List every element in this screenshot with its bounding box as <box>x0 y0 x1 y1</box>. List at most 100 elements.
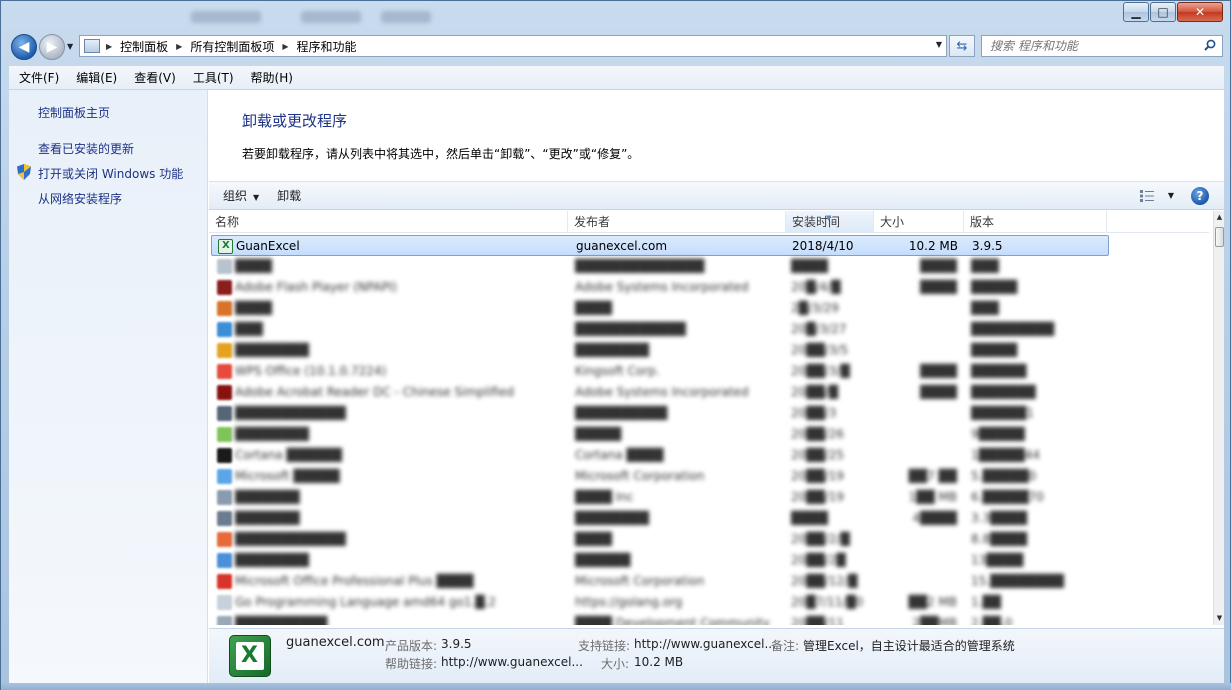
table-row[interactable]: ████ ████ 2█/3/29 ███ <box>211 298 1109 319</box>
cell-size <box>879 298 957 319</box>
close-button[interactable]: ✕ <box>1177 2 1223 22</box>
link-install-from-network[interactable]: 从网络安装程序 <box>38 190 122 207</box>
menu-tools[interactable]: 工具(T) <box>193 69 234 86</box>
address-bar[interactable]: ▶ 控制面板 ▶ 所有控制面板项 ▶ 程序和功能 ▼ <box>79 35 947 57</box>
cell-publisher: Kingsoft Corp. <box>575 364 660 378</box>
table-row[interactable]: Cortana ██████ Cortana ████ 20██/25 1█████4… <box>211 445 1109 466</box>
minimize-button[interactable]: ▁ <box>1123 2 1149 22</box>
forward-button[interactable]: ▶ <box>39 34 65 60</box>
menu-edit[interactable]: 编辑(E) <box>76 69 117 86</box>
view-options-icon[interactable] <box>1140 190 1154 202</box>
program-list: GuanExcel guanexcel.com 2018/4/10 10.2 MB 3.… <box>209 235 1209 625</box>
table-row[interactable]: ██████████ ████ Development Community 20██… <box>211 613 1109 625</box>
cell-publisher: ████████████ <box>575 322 686 336</box>
search-icon[interactable] <box>1204 39 1216 51</box>
cell-install-date: 20██/25 <box>791 448 845 462</box>
cell-publisher: █████ <box>575 427 622 441</box>
search-input[interactable] <box>990 39 1190 53</box>
program-icon <box>217 595 232 610</box>
table-row[interactable]: ████████████ ██████████ 20██/3 ██████1 <box>211 403 1109 424</box>
search-box[interactable] <box>981 35 1223 57</box>
program-icon <box>217 490 232 505</box>
program-icon <box>217 616 232 625</box>
cell-name: ███ <box>235 322 263 336</box>
cell-version: 5.█████0 <box>971 469 1037 483</box>
cell-version: ███ <box>971 301 999 315</box>
scroll-thumb[interactable] <box>1215 227 1224 247</box>
cell-version: █████ <box>971 343 1018 357</box>
link-control-panel-home[interactable]: 控制面板主页 <box>38 104 110 121</box>
cell-size: ██7 ██ <box>908 469 957 483</box>
column-size[interactable]: 大小 <box>874 211 964 233</box>
cell-version: 1█████44 <box>971 448 1041 462</box>
table-row[interactable]: Microsoft Office Professional Plus ████ M… <box>211 571 1109 592</box>
menu-help[interactable]: 帮助(H) <box>251 69 293 86</box>
scroll-up-icon[interactable]: ▲ <box>1214 211 1225 224</box>
cell-name: Microsoft █████ <box>235 469 340 483</box>
back-button[interactable]: ◀ <box>11 34 37 60</box>
organize-button[interactable]: 组织 ▼ <box>223 187 259 204</box>
chevron-down-icon[interactable]: ▼ <box>1168 191 1174 200</box>
breadcrumb-control-panel[interactable]: 控制面板 <box>120 38 168 55</box>
link-windows-features[interactable]: 打开或关闭 Windows 功能 <box>38 165 183 182</box>
program-icon <box>217 259 232 274</box>
table-row[interactable]: Microsoft █████ Microsoft Corporation 20██… <box>211 466 1109 487</box>
table-row[interactable]: ███████ ████ Inc 20██/19 1██ MB 6.█████70 <box>211 487 1109 508</box>
details-pane: X guanexcel.com 产品版本: 3.9.5 支持链接: http:/… <box>209 628 1224 683</box>
table-row[interactable]: ████████ ██████ 20██/2█ 13████ <box>211 550 1109 571</box>
menu-file[interactable]: 文件(F) <box>19 69 59 86</box>
table-row[interactable]: ████ ██████████████ ████ ████ ███ <box>211 256 1109 277</box>
chevron-right-icon[interactable]: ▶ <box>106 42 112 51</box>
menu-view[interactable]: 查看(V) <box>134 69 176 86</box>
table-row[interactable]: ████████ █████ 20██/26 9█████ <box>211 424 1109 445</box>
vertical-scrollbar[interactable]: ▲ ▼ <box>1213 211 1224 625</box>
column-install-date-label: 安装时间 <box>792 215 841 229</box>
cell-publisher: guanexcel.com <box>576 239 668 253</box>
background-ghost <box>191 11 261 23</box>
address-dropdown-icon[interactable]: ▼ <box>936 40 942 49</box>
table-row[interactable]: ████████ ████████ 20██/3/5 █████ <box>211 340 1109 361</box>
maximize-button[interactable]: □ <box>1150 2 1176 22</box>
cell-size: ████ <box>920 259 957 273</box>
cell-version: 9█████ <box>971 427 1025 441</box>
column-name[interactable]: 名称 <box>209 211 568 233</box>
content-area: 控制面板主页 查看已安装的更新 打开或关闭 Windows 功能 从网络安装程序… <box>9 90 1224 683</box>
uninstall-button[interactable]: 卸载 <box>277 187 301 204</box>
cell-name: ████ <box>235 301 272 315</box>
cell-publisher: ██████████ <box>575 406 668 420</box>
chevron-right-icon[interactable]: ▶ <box>282 42 288 51</box>
program-icon <box>217 343 232 358</box>
details-support-link[interactable]: http://www.guanexcel... <box>634 637 776 651</box>
link-view-updates[interactable]: 查看已安装的更新 <box>38 140 134 157</box>
cell-install-date: 20█/4/█ <box>791 280 841 294</box>
table-row[interactable]: Go Programming Language amd64 go1.█.2 htt… <box>211 592 1109 613</box>
cell-size: ████ <box>920 364 957 378</box>
refresh-button[interactable]: ⇆ <box>949 35 975 57</box>
cell-install-date: 2█/3/29 <box>791 301 839 315</box>
window-bottom-edge <box>1 683 1231 690</box>
cell-name: ████████ <box>235 427 309 441</box>
table-row[interactable]: ███████ ████████ ████ 4████ 3.3████ <box>211 508 1109 529</box>
table-row[interactable]: GuanExcel guanexcel.com 2018/4/10 10.2 MB 3.… <box>211 235 1109 256</box>
breadcrumb-programs[interactable]: 程序和功能 <box>297 38 357 55</box>
details-name: guanexcel.com <box>286 635 385 650</box>
column-version[interactable]: 版本 <box>964 211 1107 233</box>
chevron-right-icon[interactable]: ▶ <box>176 42 182 51</box>
recent-pages-caret[interactable]: ▼ <box>67 42 73 51</box>
details-help-link[interactable]: http://www.guanexcel... <box>441 655 583 669</box>
table-row[interactable]: ███ ████████████ 20█/3/27 █████████ <box>211 319 1109 340</box>
help-icon[interactable]: ? <box>1191 187 1209 205</box>
column-publisher[interactable]: 发布者 <box>568 211 786 233</box>
window-frame: ▁ □ ✕ ◀ ▶ ▼ ▶ 控制面板 ▶ 所有控制面板项 ▶ 程序和功能 ▼ ⇆ <box>0 0 1231 690</box>
cell-size: 10.2 MB <box>908 239 958 253</box>
column-install-date[interactable]: ▼ 安装时间 <box>786 211 874 233</box>
cell-size: ██2 MB <box>908 595 958 609</box>
program-icon <box>217 448 232 463</box>
table-row[interactable]: ████████████ ████ 20██/2/█ 8.8████ <box>211 529 1109 550</box>
scroll-down-icon[interactable]: ▼ <box>1214 612 1225 625</box>
cell-size <box>879 340 957 361</box>
table-row[interactable]: WPS Office (10.1.0.7224) Kingsoft Corp. 20… <box>211 361 1109 382</box>
breadcrumb-all-items[interactable]: 所有控制面板项 <box>190 38 274 55</box>
table-row[interactable]: Adobe Flash Player (NPAPI) Adobe Systems … <box>211 277 1109 298</box>
table-row[interactable]: Adobe Acrobat Reader DC - Chinese Simpli… <box>211 382 1109 403</box>
